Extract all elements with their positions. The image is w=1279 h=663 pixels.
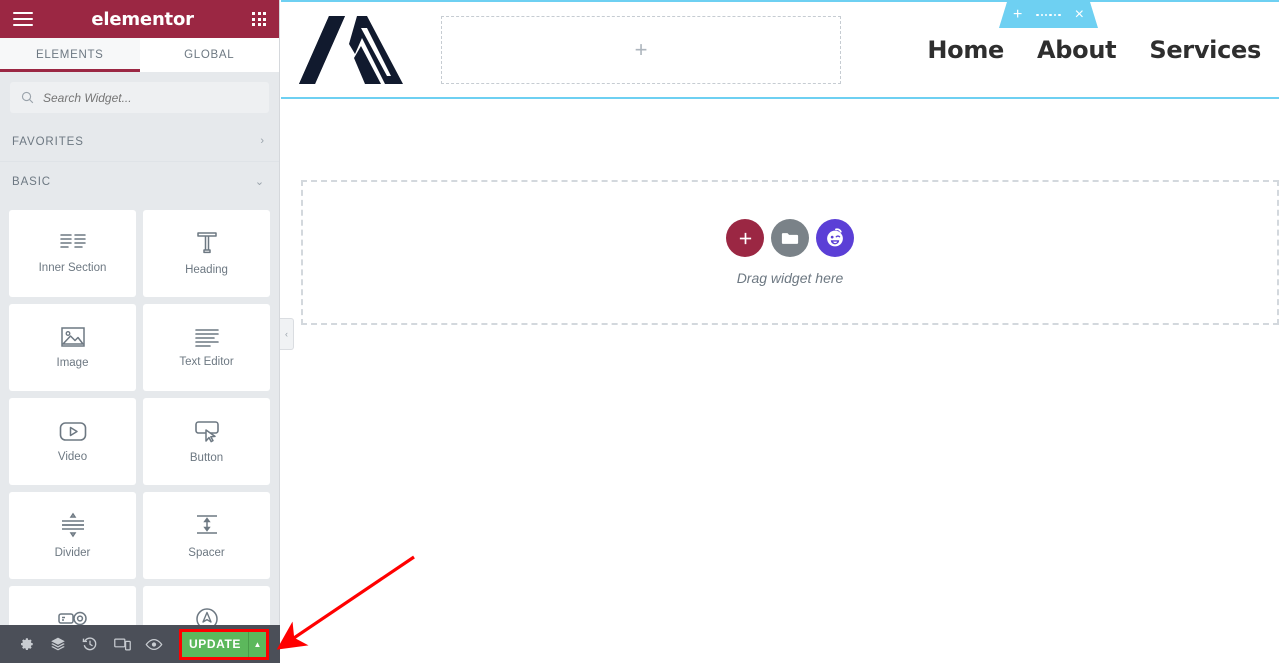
editor-canvas: + × + Home About Services Drag widget he… [281, 0, 1279, 663]
inner-section-icon [59, 234, 86, 248]
video-icon [59, 421, 86, 441]
navigator-layers-icon[interactable] [42, 625, 74, 663]
smiley-wink-icon [827, 228, 843, 247]
site-navigation: Home About Services [927, 36, 1279, 64]
plus-icon [739, 232, 751, 244]
spacer-icon [196, 515, 217, 534]
update-button[interactable]: UPDATE [182, 631, 248, 657]
section-dropzone[interactable]: Drag widget here [301, 180, 1279, 325]
widget-video[interactable]: Video [9, 398, 136, 485]
panel-tabs: ELEMENTS GLOBAL [0, 38, 279, 72]
search-section [0, 72, 279, 122]
add-new-section-button[interactable] [726, 219, 764, 257]
widget-inner-section[interactable]: Inner Section [9, 210, 136, 297]
site-logo-icon [299, 15, 403, 84]
chevron-right-icon: › [260, 135, 265, 147]
settings-gear-icon[interactable] [10, 625, 42, 663]
widget-label: Divider [54, 547, 91, 559]
search-icon [21, 91, 34, 104]
nav-link-home[interactable]: Home [927, 36, 1004, 64]
preview-eye-icon[interactable] [138, 625, 170, 663]
widget-label: Text Editor [179, 356, 234, 368]
search-input[interactable] [43, 90, 258, 105]
empty-column-dropzone[interactable]: + [441, 15, 841, 84]
elementor-logo-text: elementor [91, 8, 194, 30]
elementor-ai-button[interactable] [816, 219, 854, 257]
history-revisions-icon[interactable] [74, 625, 106, 663]
widget-heading[interactable]: Heading [143, 210, 270, 297]
category-basic-label: BASIC [12, 176, 52, 188]
editor-bottom-bar: UPDATE ▲ [0, 625, 280, 663]
add-template-folder-button[interactable] [771, 219, 809, 257]
widget-panel: elementor ELEMENTS GLOBAL FAVORITES › [0, 0, 280, 663]
tab-elements[interactable]: ELEMENTS [0, 38, 140, 72]
category-favorites[interactable]: FAVORITES › [0, 122, 279, 162]
widget-text-editor[interactable]: Text Editor [143, 304, 270, 391]
widget-divider[interactable]: Divider [9, 492, 136, 579]
folder-icon [781, 232, 799, 244]
panel-collapse-handle[interactable]: ‹ [280, 318, 294, 350]
widget-list-scroll[interactable]: FAVORITES › BASIC ⌄ Inner Section Headin… [0, 122, 279, 663]
category-basic[interactable]: BASIC ⌄ [0, 162, 279, 202]
chevron-left-icon: ‹ [285, 329, 288, 339]
section-toolbar: + × [999, 2, 1098, 28]
add-widget-plus-icon[interactable]: + [635, 38, 648, 61]
nav-link-about[interactable]: About [1037, 36, 1117, 64]
widget-label: Spacer [188, 547, 225, 559]
update-button-group: UPDATE ▲ [179, 628, 269, 660]
heading-icon [196, 232, 217, 254]
drag-handle-dots-icon[interactable] [1036, 14, 1060, 16]
dropzone-inner: Drag widget here [726, 219, 854, 286]
category-favorites-label: FAVORITES [12, 135, 84, 148]
grid-apps-icon[interactable] [252, 12, 266, 26]
nav-link-services[interactable]: Services [1149, 36, 1261, 64]
widget-label: Inner Section [38, 262, 107, 274]
widget-button[interactable]: Button [143, 398, 270, 485]
update-options-caret[interactable]: ▲ [248, 631, 266, 657]
widget-grid: Inner Section Heading Image Text Editor … [0, 202, 279, 663]
divider-icon [61, 512, 84, 538]
widget-label: Image [56, 357, 89, 369]
dropzone-buttons [726, 219, 854, 257]
widget-label: Video [57, 450, 88, 463]
responsive-mode-icon[interactable] [106, 625, 138, 663]
widget-image[interactable]: Image [9, 304, 136, 391]
text-editor-icon [194, 329, 219, 347]
add-section-icon[interactable]: + [1013, 6, 1022, 24]
elementor-editor: elementor ELEMENTS GLOBAL FAVORITES › [0, 0, 1279, 663]
widget-spacer[interactable]: Spacer [143, 492, 270, 579]
image-icon [60, 327, 85, 347]
search-box[interactable] [10, 82, 269, 113]
panel-header: elementor [0, 0, 279, 38]
tab-global[interactable]: GLOBAL [139, 38, 279, 72]
chevron-down-icon: ⌄ [254, 175, 265, 188]
widget-label: Button [189, 452, 224, 464]
header-section[interactable]: + × + Home About Services [281, 0, 1279, 99]
button-icon [194, 421, 219, 443]
site-logo[interactable] [291, 14, 411, 86]
close-section-icon[interactable]: × [1075, 6, 1084, 24]
dropzone-label: Drag widget here [736, 270, 844, 286]
widget-label: Heading [185, 264, 228, 276]
hamburger-icon[interactable] [13, 11, 33, 27]
